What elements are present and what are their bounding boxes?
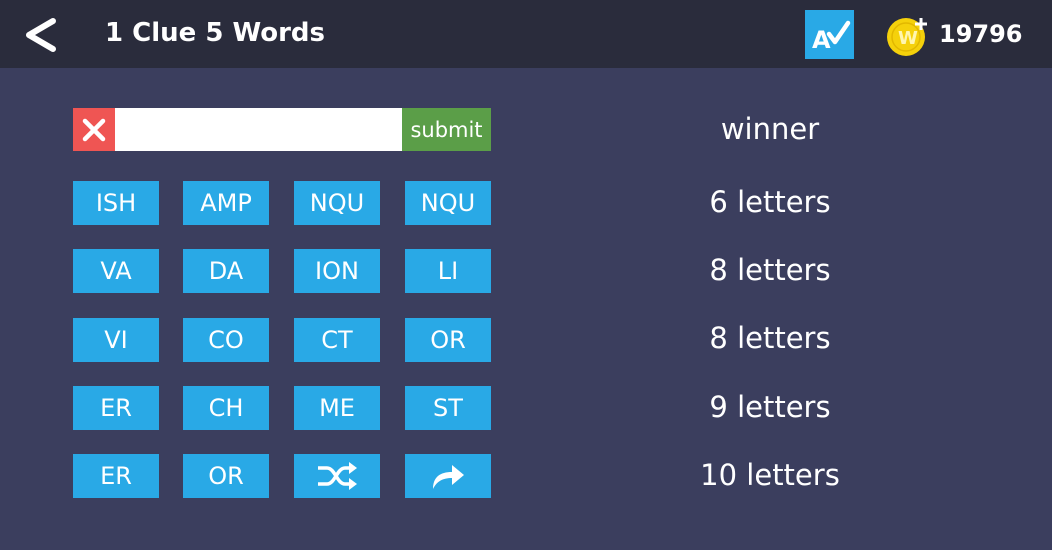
coin-icon[interactable]: W <box>886 16 930 56</box>
coin-balance: 19796 <box>939 20 1023 48</box>
letter-tile[interactable]: CH <box>183 386 269 430</box>
answer-bar: submit <box>73 108 491 151</box>
word-length-hint: 8 letters <box>709 321 831 355</box>
answer-input[interactable] <box>115 108 402 151</box>
back-button[interactable] <box>20 14 62 56</box>
letter-tile[interactable]: CT <box>294 318 380 362</box>
hint-button[interactable] <box>405 454 491 498</box>
svg-text:A: A <box>812 26 831 54</box>
letter-tile[interactable]: VA <box>73 249 159 293</box>
letter-tile[interactable]: ME <box>294 386 380 430</box>
word-length-hint: 6 letters <box>709 185 831 219</box>
letter-tile[interactable]: ER <box>73 454 159 498</box>
letter-tile[interactable]: LI <box>405 249 491 293</box>
letter-tile[interactable]: ST <box>405 386 491 430</box>
letter-tile[interactable]: CO <box>183 318 269 362</box>
clear-button[interactable] <box>73 108 115 151</box>
close-icon <box>82 118 106 141</box>
letter-tile[interactable]: ER <box>73 386 159 430</box>
shuffle-button[interactable] <box>294 454 380 498</box>
letter-tile[interactable]: ION <box>294 249 380 293</box>
svg-text:W: W <box>898 28 918 49</box>
spell-check-button[interactable]: A <box>805 10 854 59</box>
clue-word: winner <box>720 112 820 146</box>
letter-tile[interactable]: NQU <box>405 181 491 225</box>
top-bar: 1 Clue 5 Words A W 19796 <box>0 0 1052 68</box>
submit-button[interactable]: submit <box>402 108 491 151</box>
chevron-left-icon <box>26 18 56 52</box>
letter-tile[interactable]: ISH <box>73 181 159 225</box>
letter-tile[interactable]: OR <box>405 318 491 362</box>
page-title: 1 Clue 5 Words <box>105 18 325 48</box>
letter-tile[interactable]: VI <box>73 318 159 362</box>
word-length-hint: 9 letters <box>709 390 831 424</box>
letter-tile[interactable]: DA <box>183 249 269 293</box>
spell-check-icon: A <box>812 20 851 54</box>
shuffle-icon <box>318 462 357 490</box>
word-length-hint: 8 letters <box>709 253 831 287</box>
word-length-hint: 10 letters <box>700 458 840 492</box>
letter-tile[interactable]: AMP <box>183 181 269 225</box>
letter-tile[interactable]: NQU <box>294 181 380 225</box>
letter-tile[interactable]: OR <box>183 454 269 498</box>
share-arrow-icon <box>433 465 464 489</box>
